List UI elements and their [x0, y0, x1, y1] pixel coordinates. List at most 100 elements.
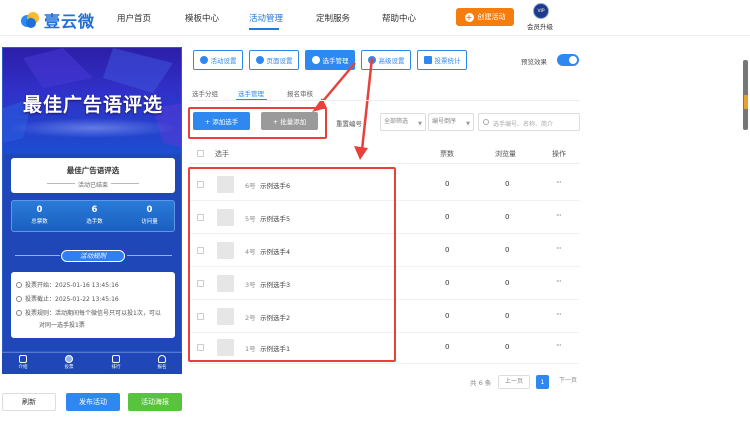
pagination-total: 共 6 条	[470, 379, 492, 387]
stat-label: 总票数	[31, 219, 48, 225]
tab-signup[interactable]: 报名	[147, 355, 177, 370]
preview-bottom-tabs: 介绍 投票 排行 报名	[2, 352, 182, 374]
gear-icon	[199, 56, 208, 64]
annotation-highlight-buttons	[188, 107, 327, 139]
scroll-marker	[744, 95, 748, 109]
toolbar-label: 投票统计	[434, 57, 461, 65]
vote-rule-row-cont: 对同一选手投1票	[39, 322, 85, 329]
tab-ranking[interactable]: 排行	[101, 355, 131, 370]
annotation-arrow	[360, 57, 374, 151]
create-activity-button[interactable]: + 创建活动	[456, 8, 514, 26]
divider	[111, 183, 139, 184]
select-all-checkbox[interactable]	[197, 150, 204, 157]
contestant-votes: 0	[445, 213, 450, 221]
bar-chart-icon	[423, 56, 432, 64]
next-page-button[interactable]: 下一页	[553, 375, 583, 389]
toolbar-label: 高级设置	[378, 57, 405, 65]
divider	[15, 255, 60, 256]
nav-item-templates[interactable]: 模板中心	[185, 12, 219, 24]
divider	[127, 255, 172, 256]
stat-visits: 0 访问量	[122, 205, 177, 225]
activity-poster-button[interactable]: 活动海报	[128, 393, 182, 411]
create-activity-label: 创建活动	[477, 13, 506, 21]
nav-item-help[interactable]: 帮助中心	[382, 12, 416, 24]
subtab-contestant-groups[interactable]: 选手分组	[192, 88, 218, 98]
more-actions-icon[interactable]: ···	[556, 341, 562, 350]
more-actions-icon[interactable]: ···	[556, 211, 562, 220]
tab-vote[interactable]: 投票	[54, 355, 84, 370]
nav-item-custom-service[interactable]: 定制服务	[316, 12, 350, 24]
nav-item-home[interactable]: 用户首页	[117, 12, 151, 24]
banner-title: 最佳广告语评选	[22, 94, 163, 116]
vote-stats-button[interactable]: 投票统计	[417, 50, 467, 70]
annotation-highlight-rows	[188, 167, 396, 362]
stat-label: 选手数	[86, 219, 103, 225]
col-contestant: 选手	[215, 150, 229, 158]
activity-title: 最佳广告语评选	[66, 166, 120, 175]
vote-rule-row: 投票规则：活动期间每个微信号只可以投1次，可以	[16, 308, 161, 317]
chevron-down-icon: ▼	[466, 121, 470, 127]
stats-panel: 0 总票数 6 选手数 0 访问量	[11, 200, 175, 232]
tab-label: 排行	[111, 365, 121, 370]
toolbar-label: 选手管理	[322, 57, 349, 65]
contestant-views: 0	[505, 279, 510, 287]
more-actions-icon[interactable]: ···	[556, 277, 562, 286]
subtab-active-underline	[236, 99, 267, 100]
stat-total-votes: 0 总票数	[12, 205, 67, 225]
advanced-settings-button[interactable]: 高级设置	[361, 50, 411, 70]
toggle-knob	[569, 56, 577, 64]
col-votes: 票数	[440, 150, 454, 158]
divider	[190, 100, 580, 101]
top-nav: 壹云微 用户首页 模板中心 活动管理 定制服务 帮助中心 + 创建活动 VIP …	[0, 0, 750, 36]
tab-label: 报名	[157, 365, 167, 370]
more-actions-icon[interactable]: ···	[556, 178, 562, 187]
contestant-search-input[interactable]: 选手编号、名称、简介	[478, 113, 580, 131]
search-icon	[483, 119, 489, 125]
contestant-views: 0	[505, 312, 510, 320]
more-actions-icon[interactable]: ···	[556, 244, 562, 253]
filter-value: 全部筛选	[384, 118, 409, 125]
activity-card: 最佳广告语评选 活动已结束	[11, 158, 175, 193]
subtab-signup-review[interactable]: 报名审核	[287, 88, 313, 98]
preview-effect-label: 预览效果	[521, 58, 547, 66]
mobile-preview: 最佳广告语评选 最佳广告语评选 活动已结束 0 总票数 6 选手数 0 访问量 …	[2, 47, 182, 352]
contestant-votes: 0	[445, 312, 450, 320]
brand-logo[interactable]: 壹云微	[20, 8, 95, 32]
activity-rules-badge[interactable]: 活动规则	[61, 250, 125, 262]
info-icon	[16, 310, 22, 316]
brand-name: 壹云微	[44, 12, 96, 31]
vote-rule-text: 投票规则：活动期间每个微信号只可以投1次，可以	[25, 310, 161, 317]
activity-status: 活动已结束	[77, 182, 108, 189]
contestant-views: 0	[505, 246, 510, 254]
prev-page-button[interactable]: 上一页	[498, 375, 530, 389]
search-placeholder: 选手编号、名称、简介	[493, 121, 554, 128]
more-actions-icon[interactable]: ···	[556, 310, 562, 319]
preview-effect-toggle[interactable]	[557, 54, 579, 66]
banner-glow	[8, 118, 178, 138]
sort-select[interactable]: 编号倒序 ▼	[428, 113, 474, 131]
filter-select[interactable]: 全部筛选 ▼	[380, 113, 426, 131]
publish-activity-button[interactable]: 发布活动	[66, 393, 120, 411]
activity-settings-button[interactable]: 活动设置	[193, 50, 243, 70]
user-icon	[158, 355, 166, 363]
vote-icon	[65, 355, 73, 363]
vip-icon[interactable]: VIP	[533, 3, 549, 19]
gear-icon	[255, 56, 264, 64]
vip-upgrade-label[interactable]: 会员升级	[527, 21, 553, 31]
tab-label: 介绍	[18, 365, 28, 370]
cloud-logo-icon	[21, 12, 39, 28]
nav-item-activity-management[interactable]: 活动管理	[249, 12, 283, 24]
vote-end-text: 投票截止：2025-01-22 13:45:16	[25, 296, 119, 303]
tab-intro[interactable]: 介绍	[8, 355, 38, 370]
reset-numbering-button[interactable]: 重置编号	[336, 118, 362, 128]
subtab-contestant-management[interactable]: 选手管理	[238, 88, 264, 98]
vote-start-row: 投票开始：2025-01-16 13:45:16	[16, 280, 119, 289]
contestant-views: 0	[505, 343, 510, 351]
refresh-button[interactable]: 刷新	[2, 393, 56, 411]
chart-icon	[112, 355, 120, 363]
contestant-views: 0	[505, 213, 510, 221]
activity-info-box: 投票开始：2025-01-16 13:45:16 投票截止：2025-01-22…	[11, 272, 175, 338]
page-number-current[interactable]: 1	[536, 375, 549, 389]
page-settings-button[interactable]: 页面设置	[249, 50, 299, 70]
contestant-management-button[interactable]: 选手管理	[305, 50, 355, 70]
